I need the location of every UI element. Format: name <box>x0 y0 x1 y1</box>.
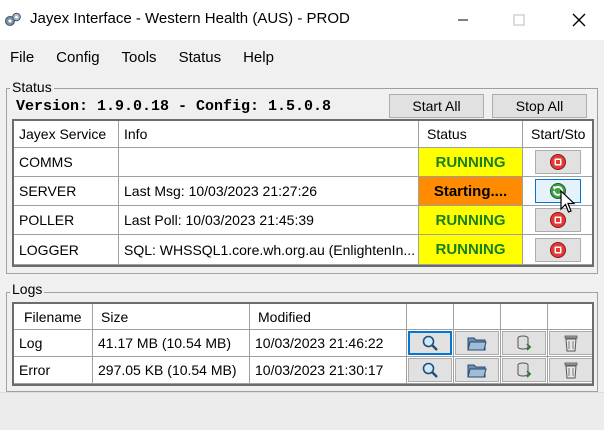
service-name: POLLER <box>14 206 119 235</box>
col-header-open <box>454 304 501 330</box>
title-bar: Jayex Interface - Western Health (AUS) -… <box>0 0 604 40</box>
view-log-button[interactable] <box>408 358 452 382</box>
minimize-icon <box>458 19 468 21</box>
col-header-view <box>407 304 454 330</box>
action-cell <box>523 206 592 235</box>
col-header-archive <box>501 304 548 330</box>
stop-service-button[interactable] <box>535 237 581 262</box>
service-info <box>119 148 419 177</box>
menu-bar: File Config Tools Status Help <box>0 44 604 70</box>
log-filename: Log <box>14 330 93 357</box>
view-icon <box>422 335 438 351</box>
view-icon <box>422 362 438 378</box>
archive-button[interactable] <box>502 358 546 382</box>
service-info: Last Poll: 10/03/2023 21:45:39 <box>119 206 419 235</box>
stop-all-button[interactable]: Stop All <box>492 94 587 118</box>
log-row-log[interactable]: Log 41.17 MB (10.54 MB) 10/03/2023 21:46… <box>14 330 592 357</box>
log-size: 297.05 KB (10.54 MB) <box>93 357 250 384</box>
view-cell <box>407 330 454 357</box>
log-modified: 10/03/2023 21:46:22 <box>250 330 407 357</box>
delete-icon <box>564 335 577 352</box>
open-folder-icon <box>467 364 487 378</box>
gears-icon <box>5 12 21 26</box>
col-header-size[interactable]: Size <box>93 304 250 330</box>
status-badge: RUNNING <box>419 235 523 265</box>
open-folder-button[interactable] <box>455 358 499 382</box>
stop-service-button[interactable] <box>535 150 581 174</box>
status-badge: RUNNING <box>419 206 523 235</box>
version-text: Version: 1.9.0.18 - Config: 1.5.0.8 <box>16 98 332 115</box>
logs-grid: Filename Size Modified Log 41.17 MB (10.… <box>12 302 594 386</box>
open-folder-button[interactable] <box>455 331 499 355</box>
service-info: SQL: WHSSQL1.core.wh.org.au (EnlightenIn… <box>119 235 419 265</box>
status-group-label: Status <box>10 79 54 95</box>
col-header-status[interactable]: Status <box>419 121 523 148</box>
service-row-poller[interactable]: POLLER Last Poll: 10/03/2023 21:45:39 RU… <box>14 206 592 235</box>
open-cell <box>454 357 501 384</box>
delete-icon <box>564 362 577 379</box>
stop-icon <box>550 154 566 170</box>
view-log-button[interactable] <box>408 331 452 355</box>
view-cell <box>407 357 454 384</box>
delete-button[interactable] <box>548 358 592 382</box>
service-name: SERVER <box>14 177 119 206</box>
delete-button[interactable] <box>548 331 592 355</box>
services-grid: Jayex Service Info Status Start/Sto COMM… <box>12 119 594 267</box>
log-modified: 10/03/2023 21:30:17 <box>250 357 407 384</box>
start-all-button[interactable]: Start All <box>389 94 484 118</box>
status-strip <box>0 392 604 430</box>
close-button[interactable] <box>556 0 602 40</box>
services-header-row: Jayex Service Info Status Start/Sto <box>14 121 592 148</box>
col-header-filename[interactable]: Filename <box>14 304 93 330</box>
service-row-logger[interactable]: LOGGER SQL: WHSSQL1.core.wh.org.au (Enli… <box>14 235 592 265</box>
service-row-comms[interactable]: COMMS RUNNING <box>14 148 592 177</box>
action-cell <box>523 177 592 206</box>
window-title: Jayex Interface - Western Health (AUS) -… <box>30 10 350 27</box>
log-size: 41.17 MB (10.54 MB) <box>93 330 250 357</box>
menu-config[interactable]: Config <box>46 49 111 66</box>
col-header-info[interactable]: Info <box>119 121 419 148</box>
status-badge: Starting.... <box>419 177 523 206</box>
service-info: Last Msg: 10/03/2023 21:27:26 <box>119 177 419 206</box>
maximize-icon <box>513 14 525 26</box>
col-header-modified[interactable]: Modified <box>250 304 407 330</box>
action-cell <box>523 148 592 177</box>
mouse-cursor-icon <box>560 190 576 213</box>
action-cell <box>523 235 592 265</box>
open-cell <box>454 330 501 357</box>
service-name: COMMS <box>14 148 119 177</box>
archive-icon <box>517 362 532 378</box>
archive-cell <box>501 330 548 357</box>
archive-icon <box>517 335 532 351</box>
col-header-service[interactable]: Jayex Service <box>14 121 119 148</box>
close-icon <box>572 13 586 27</box>
service-row-server[interactable]: SERVER Last Msg: 10/03/2023 21:27:26 Sta… <box>14 177 592 206</box>
menu-tools[interactable]: Tools <box>112 49 169 66</box>
delete-cell <box>548 357 592 384</box>
status-badge: RUNNING <box>419 148 523 177</box>
maximize-button[interactable] <box>496 0 542 40</box>
log-filename: Error <box>14 357 93 384</box>
logs-group-label: Logs <box>10 281 45 297</box>
col-header-action[interactable]: Start/Sto <box>523 121 592 148</box>
logs-header-row: Filename Size Modified <box>14 304 592 330</box>
service-name: LOGGER <box>14 235 119 265</box>
delete-cell <box>548 330 592 357</box>
minimize-button[interactable] <box>440 0 486 40</box>
archive-button[interactable] <box>502 331 546 355</box>
stop-icon <box>550 241 566 258</box>
menu-file[interactable]: File <box>0 49 46 66</box>
log-row-error[interactable]: Error 297.05 KB (10.54 MB) 10/03/2023 21… <box>14 357 592 384</box>
col-header-delete <box>548 304 592 330</box>
menu-help[interactable]: Help <box>233 49 286 66</box>
open-folder-icon <box>467 337 487 351</box>
archive-cell <box>501 357 548 384</box>
menu-status[interactable]: Status <box>169 49 234 66</box>
